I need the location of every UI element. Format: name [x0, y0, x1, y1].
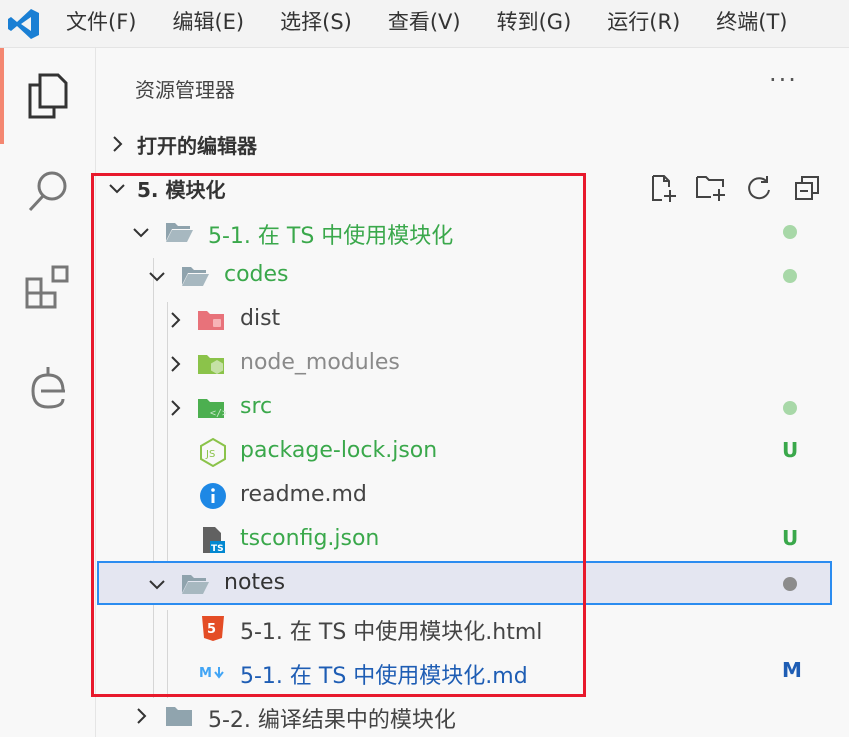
chevron-right-icon — [137, 708, 147, 724]
status-dot — [783, 577, 797, 591]
tree-item-label: 5-1. 在 TS 中使用模块化 — [208, 224, 454, 249]
explorer-toolbar — [644, 170, 826, 206]
chevron-right-icon — [97, 134, 137, 154]
tree-file-package-lock[interactable]: JS package-lock.json U — [97, 430, 832, 474]
menu-edit[interactable]: 编辑(E) — [154, 0, 262, 48]
chevron-down-icon — [133, 228, 149, 238]
chevron-down-icon — [149, 272, 165, 282]
markdown-file-icon: M — [198, 657, 228, 687]
tree-item-label: tsconfig.json — [240, 526, 380, 551]
open-editors-section[interactable]: 打开的编辑器 — [97, 124, 832, 164]
tree-folder-notes[interactable]: notes — [97, 562, 832, 606]
tree-item-label: package-lock.json — [240, 438, 438, 463]
html5-file-icon: 5 — [198, 613, 228, 643]
chevron-down-icon — [149, 580, 165, 590]
svg-text:5: 5 — [207, 622, 216, 637]
tree-item-label: node_modules — [240, 350, 400, 375]
tree-item-label: dist — [240, 306, 281, 331]
menu-file[interactable]: 文件(F) — [48, 0, 154, 48]
menu-run[interactable]: 运行(R) — [589, 0, 698, 48]
tree-file-md[interactable]: M 5-1. 在 TS 中使用模块化.md M — [97, 650, 832, 694]
tree-file-html[interactable]: 5 5-1. 在 TS 中使用模块化.html — [97, 606, 832, 650]
src-folder-icon: </> — [196, 393, 226, 423]
status-dot — [783, 269, 797, 283]
nodejs-file-icon: JS — [198, 437, 228, 467]
git-status-badge: U — [782, 438, 799, 462]
menu-selection[interactable]: 选择(S) — [262, 0, 370, 48]
remote-explorer-icon[interactable] — [0, 344, 96, 432]
new-file-icon[interactable] — [644, 170, 682, 206]
chevron-down-icon — [97, 178, 137, 198]
vscode-window: 文件(F) 编辑(E) 选择(S) 查看(V) 转到(G) 运行(R) 终端(T… — [0, 0, 849, 737]
tsconfig-file-icon: TS — [198, 525, 228, 555]
svg-text:JS: JS — [205, 449, 215, 460]
svg-text:M: M — [199, 666, 212, 681]
menu-view[interactable]: 查看(V) — [370, 0, 479, 48]
search-icon[interactable] — [0, 148, 96, 236]
tree-folder-5-1[interactable]: 5-1. 在 TS 中使用模块化 — [97, 210, 832, 254]
tree-folder-src[interactable]: </> src — [97, 386, 832, 430]
svg-text:</>: </> — [210, 408, 226, 419]
open-editors-label: 打开的编辑器 — [137, 133, 257, 158]
sidebar-title: 资源管理器 — [135, 78, 235, 102]
more-actions-button[interactable]: ··· — [769, 66, 798, 94]
info-file-icon — [198, 481, 228, 511]
folder-closed-icon — [164, 701, 194, 731]
folder-open-icon — [180, 569, 210, 599]
vscode-logo-icon — [0, 0, 48, 48]
tree-folder-node-modules[interactable]: node_modules — [97, 342, 832, 386]
workspace-label: 5. 模块化 — [137, 177, 226, 202]
chevron-right-icon — [171, 356, 181, 372]
activity-bar — [0, 48, 96, 737]
refresh-icon[interactable] — [740, 170, 778, 206]
tree-item-label: src — [240, 394, 273, 419]
scrollbar-track[interactable] — [832, 48, 849, 737]
tree-item-label: codes — [224, 262, 289, 287]
status-dot — [783, 401, 797, 415]
dist-folder-icon — [196, 305, 226, 335]
chevron-right-icon — [171, 400, 181, 416]
status-dot — [783, 225, 797, 239]
folder-open-icon — [164, 217, 194, 247]
git-status-badge: U — [782, 526, 799, 550]
tree-item-label: 5-1. 在 TS 中使用模块化.html — [240, 620, 543, 645]
explorer-icon[interactable] — [0, 52, 96, 140]
tree-folder-5-2[interactable]: 5-2. 编译结果中的模块化 — [97, 694, 832, 737]
svg-text:TS: TS — [211, 544, 224, 554]
tree-folder-codes[interactable]: codes — [97, 254, 832, 298]
tree-item-label: 5-1. 在 TS 中使用模块化.md — [240, 664, 528, 689]
tree-folder-dist[interactable]: dist — [97, 298, 832, 342]
menu-terminal[interactable]: 终端(T) — [698, 0, 805, 48]
git-status-badge: M — [782, 658, 802, 682]
extensions-icon[interactable] — [0, 244, 96, 332]
collapse-all-icon[interactable] — [788, 170, 826, 206]
tree-item-label: 5-2. 编译结果中的模块化 — [208, 708, 456, 733]
chevron-right-icon — [171, 312, 181, 328]
node-folder-icon — [196, 349, 226, 379]
explorer-sidebar: 资源管理器 ··· 打开的编辑器 5. 模块化 5-1. 在 TS 中使用模块化… — [97, 48, 849, 737]
tree-item-label: notes — [224, 570, 286, 595]
menu-go[interactable]: 转到(G) — [479, 0, 590, 48]
folder-open-icon — [180, 261, 210, 291]
new-folder-icon[interactable] — [692, 170, 730, 206]
tree-item-label: readme.md — [240, 482, 367, 507]
menu-bar: 文件(F) 编辑(E) 选择(S) 查看(V) 转到(G) 运行(R) 终端(T… — [0, 0, 849, 48]
tree-file-readme[interactable]: readme.md — [97, 474, 832, 518]
tree-file-tsconfig[interactable]: TS tsconfig.json U — [97, 518, 832, 562]
